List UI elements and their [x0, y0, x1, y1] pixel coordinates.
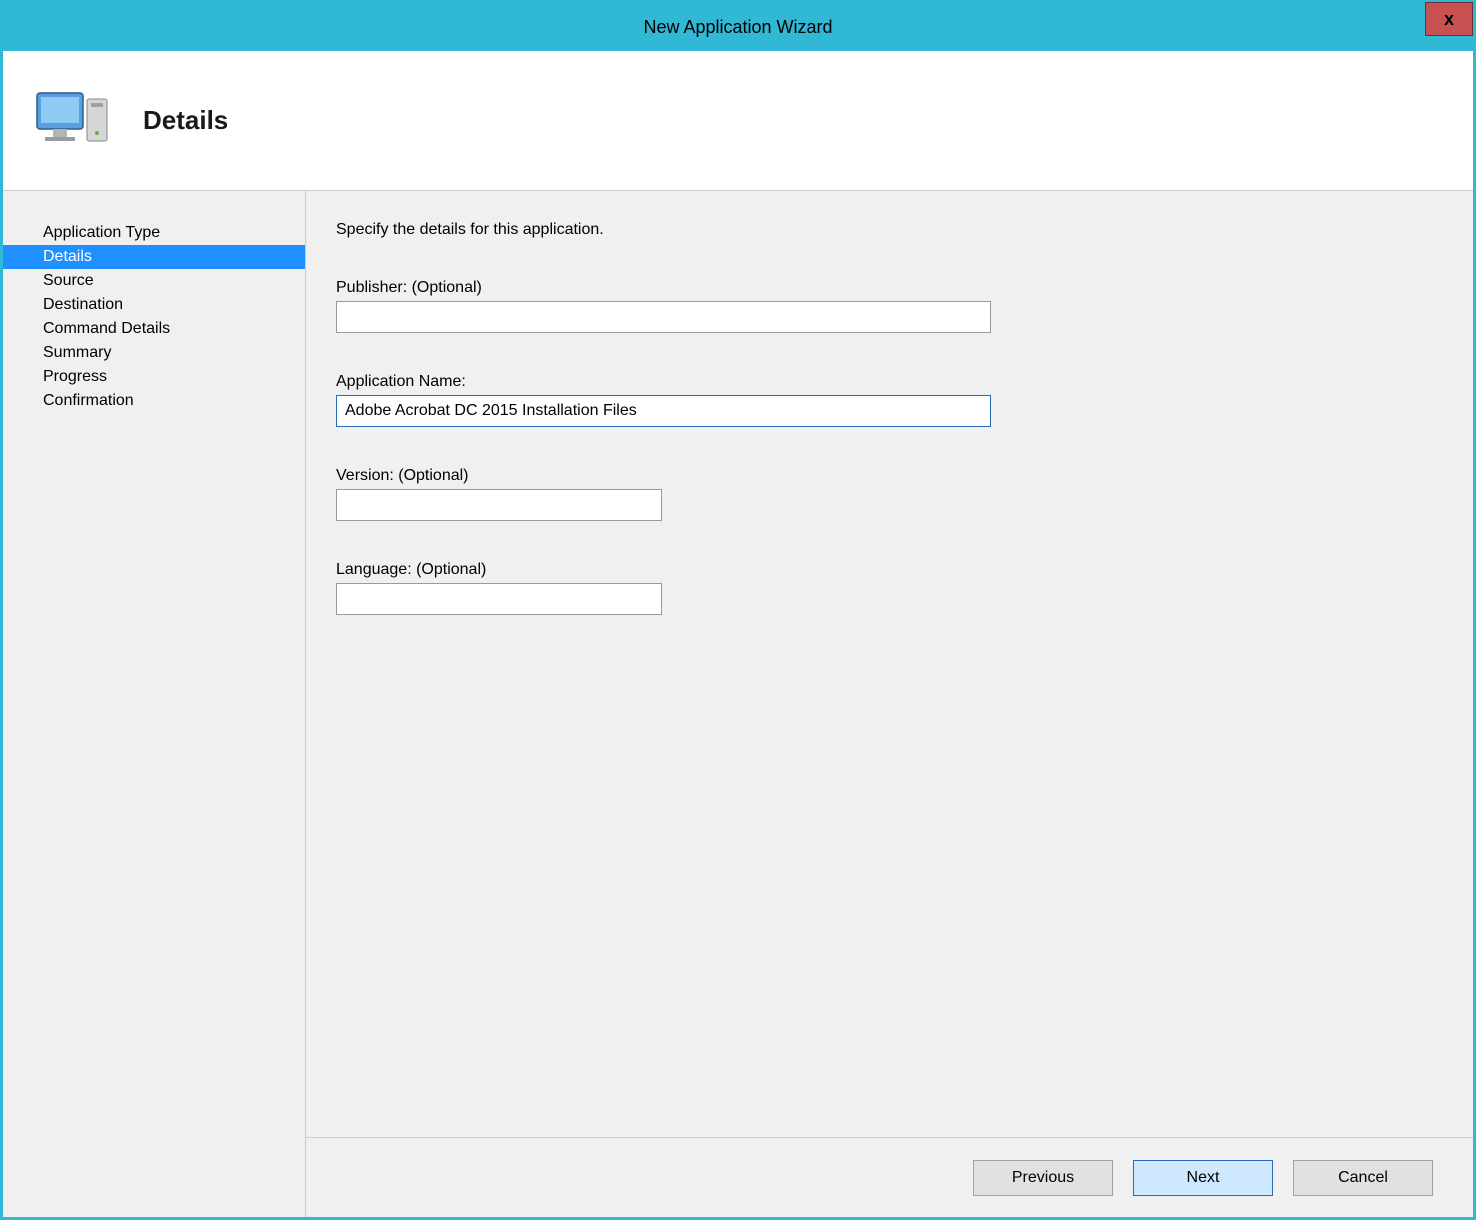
sidebar-item-command-details[interactable]: Command Details	[3, 317, 305, 341]
appname-field-group: Application Name:	[336, 373, 1338, 427]
previous-button[interactable]: Previous	[973, 1160, 1113, 1196]
close-button[interactable]: x	[1425, 2, 1473, 36]
version-input[interactable]	[336, 489, 662, 521]
appname-input[interactable]	[336, 395, 991, 427]
title-bar: New Application Wizard x	[3, 3, 1473, 51]
content: Details Application Type Details Source …	[3, 51, 1473, 1217]
wizard-window: New Application Wizard x Details	[0, 0, 1476, 1220]
publisher-label: Publisher: (Optional)	[336, 279, 1338, 297]
sidebar-item-destination[interactable]: Destination	[3, 293, 305, 317]
sidebar-item-application-type[interactable]: Application Type	[3, 221, 305, 245]
cancel-button[interactable]: Cancel	[1293, 1160, 1433, 1196]
version-field-group: Version: (Optional)	[336, 467, 1338, 521]
page-title: Details	[143, 105, 228, 136]
computer-icon	[33, 81, 113, 161]
version-label: Version: (Optional)	[336, 467, 1338, 485]
main: Specify the details for this application…	[306, 191, 1473, 1217]
sidebar-item-confirmation[interactable]: Confirmation	[3, 389, 305, 413]
language-input[interactable]	[336, 583, 662, 615]
appname-label: Application Name:	[336, 373, 1338, 391]
window-title: New Application Wizard	[643, 17, 832, 38]
publisher-input[interactable]	[336, 301, 991, 333]
wizard-header: Details	[3, 51, 1473, 191]
language-label: Language: (Optional)	[336, 561, 1338, 579]
sidebar-item-progress[interactable]: Progress	[3, 365, 305, 389]
publisher-field-group: Publisher: (Optional)	[336, 279, 1338, 333]
form-area: Specify the details for this application…	[306, 191, 1473, 1137]
button-panel: Previous Next Cancel	[306, 1137, 1473, 1217]
sidebar: Application Type Details Source Destinat…	[3, 191, 306, 1217]
instruction-text: Specify the details for this application…	[336, 221, 1338, 239]
body: Application Type Details Source Destinat…	[3, 191, 1473, 1217]
sidebar-item-source[interactable]: Source	[3, 269, 305, 293]
next-button[interactable]: Next	[1133, 1160, 1273, 1196]
close-icon: x	[1444, 9, 1454, 30]
sidebar-item-details[interactable]: Details	[3, 245, 305, 269]
sidebar-item-summary[interactable]: Summary	[3, 341, 305, 365]
language-field-group: Language: (Optional)	[336, 561, 1338, 615]
